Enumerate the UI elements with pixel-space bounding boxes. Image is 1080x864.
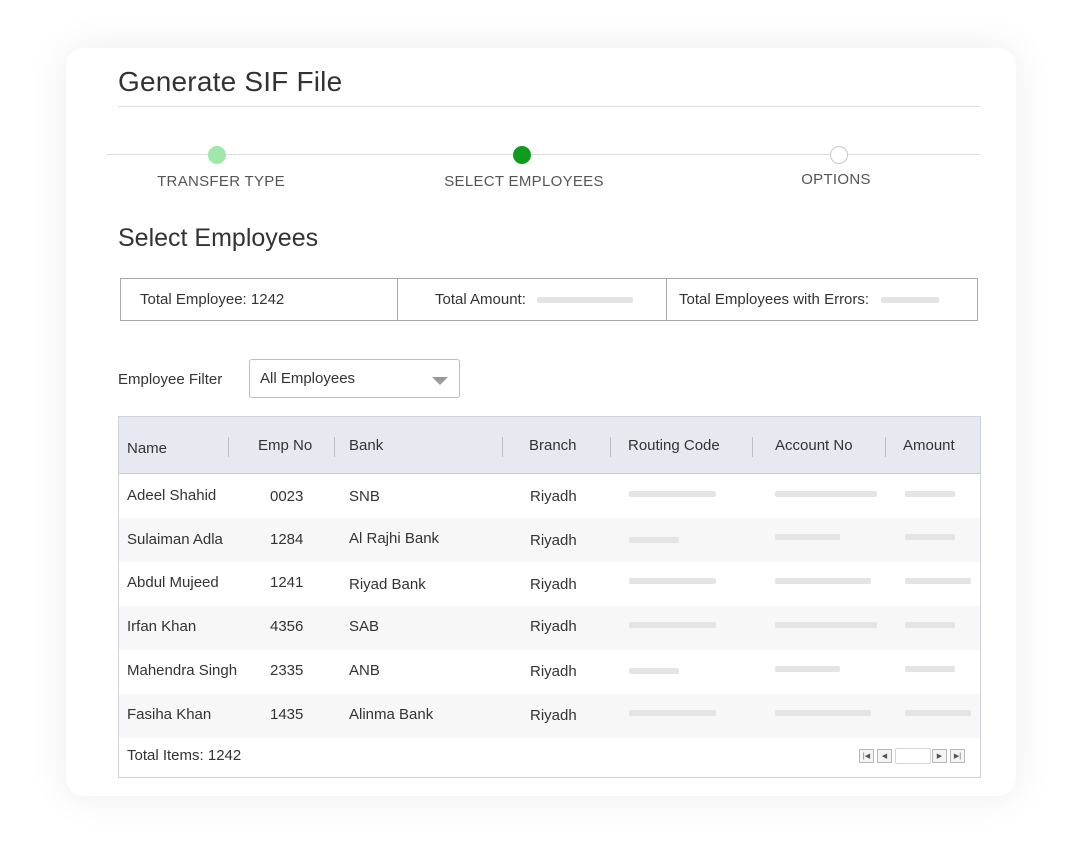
column-header-name[interactable]: Name bbox=[127, 440, 167, 457]
cell-bank: Alinma Bank bbox=[349, 706, 434, 723]
summary-bar: Total Employee: 1242 Total Amount: Total… bbox=[120, 278, 978, 321]
cell-bank: Al Rajhi Bank bbox=[349, 530, 440, 547]
cell-name: Irfan Khan bbox=[127, 618, 197, 635]
amount-placeholder bbox=[905, 491, 955, 497]
stepper-track bbox=[106, 154, 980, 155]
cell-branch: Riyadh bbox=[530, 532, 577, 549]
cell-name: Fasiha Khan bbox=[127, 706, 212, 723]
cell-branch: Riyadh bbox=[530, 488, 577, 505]
cell-bank: Riyad Bank bbox=[349, 576, 426, 593]
account-no-placeholder bbox=[775, 666, 840, 672]
employee-filter-label: Employee Filter bbox=[118, 371, 223, 388]
cell-emp-no: 4356 bbox=[270, 618, 304, 635]
cell-name: Abdul Mujeed bbox=[127, 574, 219, 591]
page-number-input[interactable] bbox=[895, 748, 931, 764]
account-no-placeholder bbox=[775, 578, 871, 584]
step-dot-transfer-type[interactable] bbox=[208, 146, 226, 164]
page-title: Generate SIF File bbox=[118, 66, 343, 97]
column-header-branch[interactable]: Branch bbox=[529, 437, 577, 454]
cell-name: Sulaiman Adla bbox=[127, 531, 223, 548]
step-label-transfer-type[interactable]: TRANSFER TYPE bbox=[101, 173, 341, 190]
account-no-placeholder bbox=[775, 710, 871, 716]
cell-branch: Riyadh bbox=[530, 618, 577, 635]
prev-page-icon[interactable]: ◀ bbox=[877, 749, 892, 763]
summary-total-employee-text: Total Employee: 1242 bbox=[140, 291, 285, 308]
step-label-options[interactable]: OPTIONS bbox=[716, 171, 956, 188]
last-page-icon[interactable]: ▶| bbox=[950, 749, 965, 763]
amount-placeholder bbox=[905, 534, 955, 540]
first-page-icon[interactable]: |◀ bbox=[859, 749, 874, 763]
cell-emp-no: 1435 bbox=[270, 706, 304, 723]
table-row[interactable]: Sulaiman Adla 1284 Al Rajhi Bank Riyadh bbox=[119, 518, 980, 562]
total-amount-placeholder bbox=[536, 296, 633, 303]
column-resize-handle[interactable] bbox=[228, 437, 229, 457]
routing-code-placeholder bbox=[629, 537, 679, 543]
amount-placeholder bbox=[905, 622, 955, 628]
cell-emp-no: 1241 bbox=[270, 574, 304, 591]
summary-total-employee: Total Employee: 1242 bbox=[121, 279, 397, 320]
cell-emp-no: 0023 bbox=[270, 488, 304, 505]
amount-placeholder bbox=[905, 710, 971, 716]
routing-code-placeholder bbox=[629, 710, 716, 716]
section-title: Select Employees bbox=[118, 224, 319, 252]
amount-placeholder bbox=[905, 666, 955, 672]
routing-code-placeholder bbox=[629, 578, 716, 584]
column-resize-handle[interactable] bbox=[610, 437, 611, 457]
summary-total-amount: Total Amount: bbox=[397, 279, 666, 320]
column-resize-handle[interactable] bbox=[502, 437, 503, 457]
cell-emp-no: 2335 bbox=[270, 662, 304, 679]
column-resize-handle[interactable] bbox=[885, 437, 886, 457]
cell-emp-no: 1284 bbox=[270, 531, 304, 548]
column-header-account-no[interactable]: Account No bbox=[775, 437, 853, 454]
column-header-amount[interactable]: Amount bbox=[903, 437, 955, 454]
cell-branch: Riyadh bbox=[530, 663, 577, 680]
table-row[interactable]: Abdul Mujeed 1241 Riyad Bank Riyadh bbox=[119, 562, 980, 606]
summary-errors-label: Total Employees with Errors: bbox=[679, 291, 870, 308]
column-header-routing-code[interactable]: Routing Code bbox=[628, 437, 720, 454]
column-header-bank[interactable]: Bank bbox=[349, 437, 383, 454]
account-no-placeholder bbox=[775, 534, 840, 540]
summary-total-amount-label: Total Amount: bbox=[435, 291, 526, 308]
table-row[interactable]: Fasiha Khan 1435 Alinma Bank Riyadh bbox=[119, 694, 980, 738]
step-label-select-employees[interactable]: SELECT EMPLOYEES bbox=[404, 173, 644, 190]
title-divider bbox=[118, 106, 980, 107]
column-resize-handle[interactable] bbox=[752, 437, 753, 457]
step-dot-options[interactable] bbox=[830, 146, 848, 164]
table-header: Name Emp No Bank Branch Routing Code Acc… bbox=[119, 417, 980, 474]
chevron-down-icon bbox=[432, 377, 448, 385]
routing-code-placeholder bbox=[629, 668, 679, 674]
employee-filter-dropdown[interactable]: All Employees bbox=[249, 359, 460, 398]
account-no-placeholder bbox=[775, 622, 877, 628]
table-row[interactable]: Adeel Shahid 0023 SNB Riyadh bbox=[119, 474, 980, 518]
routing-code-placeholder bbox=[629, 491, 716, 497]
amount-placeholder bbox=[905, 578, 971, 584]
cell-name: Mahendra Singh bbox=[127, 662, 238, 679]
cell-name: Adeel Shahid bbox=[127, 487, 217, 504]
summary-errors: Total Employees with Errors: bbox=[666, 279, 977, 320]
cell-bank: SAB bbox=[349, 618, 380, 635]
routing-code-placeholder bbox=[629, 622, 716, 628]
table-row[interactable]: Irfan Khan 4356 SAB Riyadh bbox=[119, 606, 980, 650]
employee-filter-value: All Employees bbox=[260, 370, 356, 387]
cell-bank: SNB bbox=[349, 488, 380, 505]
errors-placeholder bbox=[881, 296, 940, 303]
cell-bank: ANB bbox=[349, 662, 380, 679]
step-dot-select-employees[interactable] bbox=[513, 146, 531, 164]
column-header-emp-no[interactable]: Emp No bbox=[258, 437, 312, 454]
cell-branch: Riyadh bbox=[530, 576, 577, 593]
table-row[interactable]: Mahendra Singh 2335 ANB Riyadh bbox=[119, 650, 980, 694]
next-page-icon[interactable]: ▶ bbox=[932, 749, 947, 763]
cell-branch: Riyadh bbox=[530, 707, 577, 724]
total-items: Total Items: 1242 bbox=[127, 747, 242, 764]
column-resize-handle[interactable] bbox=[334, 437, 335, 457]
employees-table: Name Emp No Bank Branch Routing Code Acc… bbox=[118, 416, 981, 778]
account-no-placeholder bbox=[775, 491, 877, 497]
